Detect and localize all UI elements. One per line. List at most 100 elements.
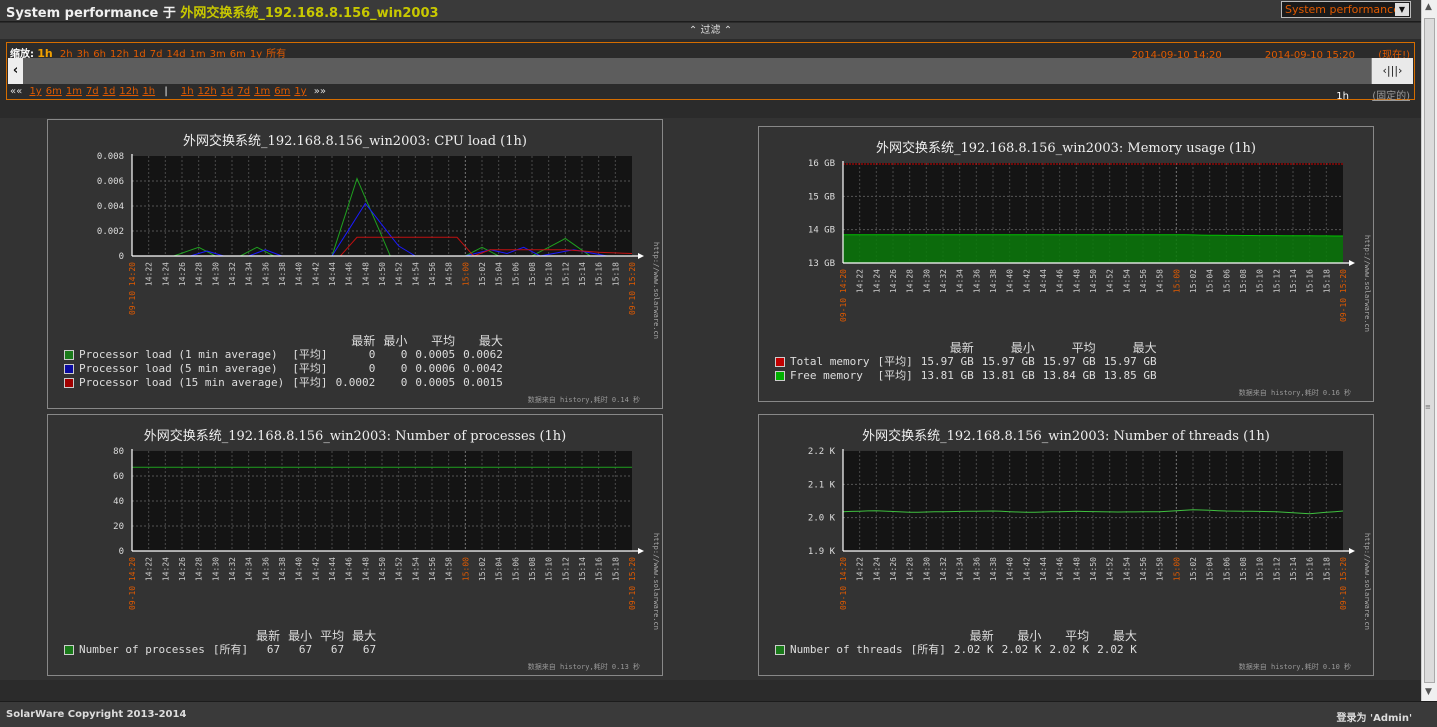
- nav-forward-12h[interactable]: 12h: [198, 86, 217, 97]
- nav-forward-6m[interactable]: 6m: [274, 86, 290, 97]
- period-value: 1h: [1336, 91, 1349, 102]
- legend-value: 15.97 GB: [1103, 355, 1157, 368]
- x-tick-label: 14:46: [345, 262, 354, 286]
- x-tick-label: 15:12: [1272, 557, 1281, 581]
- nav-back-6m[interactable]: 6m: [46, 86, 62, 97]
- legend-header: 最新: [351, 334, 376, 348]
- scrollbar-thumb[interactable]: [1424, 18, 1435, 683]
- x-tick-label: 15:02: [1189, 557, 1198, 581]
- x-start-label: 09-10 14:20: [839, 557, 848, 610]
- fixed-toggle[interactable]: (固定的): [1372, 91, 1410, 102]
- page-header: System performance 于 外网交换系统_192.168.8.15…: [0, 0, 1421, 22]
- x-end-label: 09-10 15:20: [628, 262, 637, 315]
- x-start-label: 09-10 14:20: [128, 262, 137, 315]
- series-name: Total memory: [790, 355, 870, 368]
- y-tick-label: 0.004: [97, 202, 124, 212]
- x-axis-arrow-icon: [638, 253, 644, 259]
- nav-forward-icon[interactable]: »»: [314, 86, 326, 97]
- x-tick-label: 14:44: [328, 557, 337, 581]
- nav-row: «« 1y 6m 1m 7d 1d 12h 1h | 1h 12h 1d 7d 1m 6m 1y »»: [10, 86, 326, 97]
- nav-back-7d[interactable]: 7d: [86, 86, 99, 97]
- x-tick-label: 15:08: [1239, 269, 1248, 293]
- nav-forward-1h[interactable]: 1h: [181, 86, 194, 97]
- y-tick-label: 80: [113, 447, 124, 457]
- nav-back-1d[interactable]: 1d: [103, 86, 116, 97]
- x-tick-label: 14:54: [1122, 269, 1131, 293]
- x-tick-label: 14:42: [311, 262, 320, 286]
- legend-header-row: 最新 最小 平均 最大: [771, 629, 1141, 643]
- legend-series: Number of threads: [771, 643, 907, 657]
- x-tick-label: 14:40: [1006, 269, 1015, 293]
- series-function: [所有]: [212, 643, 249, 656]
- series-function: [平均]: [877, 369, 913, 382]
- x-tick-label: 15:06: [1222, 269, 1231, 293]
- x-tick-label: 15:02: [478, 262, 487, 286]
- nav-back-12h[interactable]: 12h: [119, 86, 138, 97]
- x-tick-label: 14:40: [295, 262, 304, 286]
- nav-back-icon[interactable]: ««: [10, 86, 22, 97]
- x-axis-arrow-icon: [1349, 548, 1355, 554]
- nav-forward-1m[interactable]: 1m: [254, 86, 270, 97]
- legend-series: Processor load (1 min average): [60, 348, 288, 362]
- x-tick-label: 14:58: [1156, 269, 1165, 293]
- series-name: Processor load (5 min average): [79, 362, 278, 375]
- scroll-down-icon[interactable]: ▼: [1425, 687, 1432, 697]
- copyright: SolarWare Copyright 2013-2014: [6, 709, 187, 720]
- x-tick-label: 14:24: [161, 557, 170, 581]
- y-tick-label: 0: [119, 252, 124, 262]
- x-tick-label: 15:00: [461, 557, 470, 581]
- login-status: 登录为 'Admin': [1336, 713, 1412, 724]
- x-start-label: 09-10 14:20: [839, 269, 848, 322]
- nav-back-1y[interactable]: 1y: [29, 86, 41, 97]
- graph-legend: 最新 最小 平均 最大 Processor load (1 min average) [平…: [60, 334, 507, 390]
- chevron-down-icon[interactable]: ▼: [1395, 3, 1409, 16]
- y-tick-label: 2.1 K: [808, 480, 836, 490]
- x-tick-label: 15:06: [511, 262, 520, 286]
- x-tick-label: 15:00: [461, 262, 470, 286]
- x-tick-label: 15:18: [1322, 269, 1331, 293]
- y-tick-label: 13 GB: [808, 259, 835, 269]
- x-tick-label: 15:00: [1172, 557, 1181, 581]
- scroll-up-icon[interactable]: ▲: [1425, 2, 1432, 12]
- legend-row: Total memory [平均] 15.97 GB 15.97 GB 15.97 GB…: [771, 355, 1161, 369]
- x-tick-label: 15:14: [578, 262, 587, 286]
- legend-header: 最小: [1010, 341, 1035, 355]
- graph-title: 外网交换系统_192.168.8.156_win2003: Number of …: [862, 429, 1270, 444]
- x-tick-label: 14:50: [1089, 269, 1098, 293]
- legend-swatch: [64, 645, 74, 655]
- legend-value: 0: [368, 348, 376, 361]
- time-scrollbar[interactable]: ‹ ‹|||›: [8, 58, 1413, 84]
- filter-toggle[interactable]: ⌃ 过滤 ⌃: [0, 23, 1421, 39]
- legend-header: 最新: [949, 341, 974, 355]
- x-tick-label: 14:48: [1072, 269, 1081, 293]
- x-tick-label: 14:24: [872, 269, 881, 293]
- nav-forward-1d[interactable]: 1d: [221, 86, 234, 97]
- legend-swatch: [64, 364, 74, 374]
- x-tick-label: 14:50: [378, 557, 387, 581]
- x-tick-label: 15:14: [1289, 269, 1298, 293]
- x-tick-label: 14:24: [872, 557, 881, 581]
- graph-title: 外网交换系统_192.168.8.156_win2003: CPU load (…: [183, 134, 527, 149]
- legend-header: 最小: [288, 629, 313, 643]
- title-conj: 于: [162, 6, 176, 21]
- x-tick-label: 14:26: [178, 557, 187, 581]
- screen-select[interactable]: System performance ▼: [1281, 1, 1411, 18]
- x-tick-label: 14:52: [1106, 557, 1115, 581]
- series-function: [平均]: [292, 362, 328, 375]
- legend-value: 0: [368, 362, 376, 375]
- legend-value: 13.81 GB: [981, 369, 1035, 382]
- nav-back-1m[interactable]: 1m: [66, 86, 82, 97]
- nav-back-1h[interactable]: 1h: [142, 86, 155, 97]
- x-tick-label: 14:36: [972, 269, 981, 293]
- legend-value: 0: [400, 376, 408, 389]
- nav-forward-7d[interactable]: 7d: [237, 86, 250, 97]
- graph-legend: 最新 最小 平均 最大 Number of processes [所有] 67 67 67 67: [60, 629, 380, 657]
- x-tick-label: 14:58: [445, 262, 454, 286]
- chevron-left-icon[interactable]: ‹: [8, 58, 23, 84]
- x-tick-label: 14:28: [195, 262, 204, 286]
- nav-forward-1y[interactable]: 1y: [294, 86, 306, 97]
- scrollbar-handle[interactable]: ‹|||›: [1371, 58, 1413, 84]
- page-scrollbar[interactable]: ▲ ≡ ▼: [1421, 0, 1437, 701]
- legend-header: 最小: [383, 334, 408, 348]
- legend-value: 67: [266, 643, 281, 656]
